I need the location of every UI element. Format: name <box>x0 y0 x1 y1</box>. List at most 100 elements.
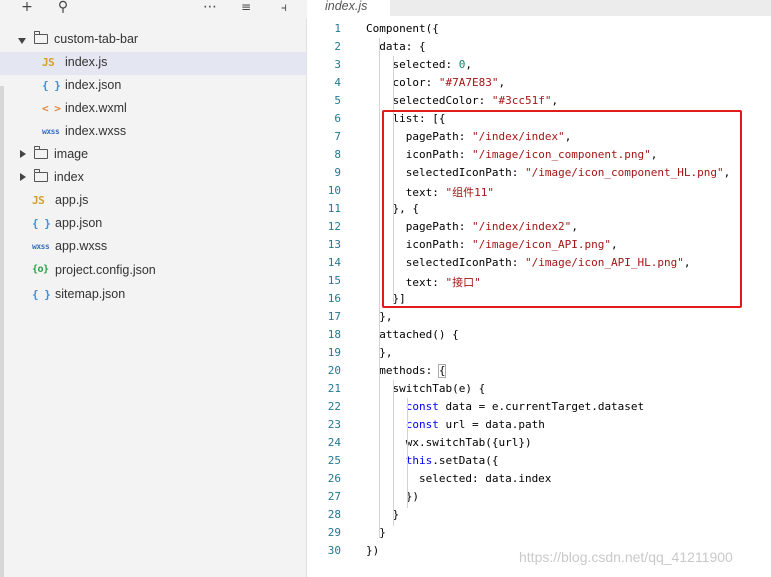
tree-item[interactable]: {o} project.config.json <box>0 260 306 283</box>
more-icon[interactable]: ⋯ <box>202 0 218 15</box>
tree-item-label: app.json <box>55 216 103 230</box>
tree-item[interactable]: JS index.js <box>0 52 306 75</box>
code-text: data: { <box>366 40 426 53</box>
tree-item[interactable]: { } sitemap.json <box>0 284 306 307</box>
line-number: 8 <box>334 148 341 161</box>
tree-item[interactable]: wxss app.wxss <box>0 236 306 259</box>
code-text: methods: { <box>366 364 446 377</box>
line-number: 12 <box>327 220 341 233</box>
tree-item-label: app.js <box>55 193 89 207</box>
line-number: 4 <box>334 76 341 89</box>
folder-icon <box>33 169 48 182</box>
line-number: 14 <box>327 256 341 269</box>
line-number: 23 <box>327 418 341 431</box>
indent-guide <box>379 38 380 538</box>
line-number: 21 <box>327 382 341 395</box>
code-text: this.setData({ <box>405 454 499 467</box>
line-number: 20 <box>327 364 341 377</box>
line-number: 10 <box>327 184 341 197</box>
code-text: switchTab(e) { <box>366 382 486 395</box>
code-text: selected: 0, <box>366 58 472 71</box>
chevron-right-icon[interactable] <box>20 150 26 158</box>
json-file-icon: { } <box>32 288 51 301</box>
collapse-all-icon[interactable]: ≡ <box>239 0 253 14</box>
tree-item[interactable]: wxss index.wxss <box>0 121 306 144</box>
watermark: https://blog.csdn.net/qq_41211900 <box>519 549 733 565</box>
add-icon[interactable]: + <box>20 0 34 15</box>
tree-item[interactable]: { } app.json <box>0 213 306 236</box>
code-line: 21 switchTab(e) { <box>307 380 771 398</box>
code-text: } <box>366 526 386 539</box>
line-number: 29 <box>327 526 341 539</box>
code-line: 28 } <box>307 506 771 524</box>
folder-icon <box>33 31 48 44</box>
line-number: 11 <box>327 202 341 215</box>
line-number: 28 <box>327 508 341 521</box>
chevron-right-icon[interactable] <box>20 173 26 181</box>
line-number: 26 <box>327 472 341 485</box>
line-number: 30 <box>327 544 341 557</box>
code-line: 22 const data = e.currentTarget.dataset <box>307 398 771 416</box>
bracket-match-marker <box>438 364 446 378</box>
line-number: 6 <box>334 112 341 125</box>
code-line: 24 wx.switchTab({url}) <box>307 434 771 452</box>
code-line: 17 }, <box>307 308 771 326</box>
code-line: 27 }) <box>307 488 771 506</box>
tree-item[interactable]: { } index.json <box>0 75 306 98</box>
js-file-icon: JS <box>32 194 45 207</box>
js-file-icon: JS <box>42 56 55 69</box>
line-number: 16 <box>327 292 341 305</box>
code-line: 25 this.setData({ <box>307 452 771 470</box>
line-number: 24 <box>327 436 341 449</box>
line-number: 25 <box>327 454 341 467</box>
cfg-file-icon: {o} <box>32 264 49 275</box>
tree-item[interactable]: < > index.wxml <box>0 98 306 121</box>
tree-item-label: project.config.json <box>55 263 156 277</box>
explorer-toolbar: + ⚲ ⋯ ≡ ⫞ <box>0 0 307 18</box>
tree-item-label: index.json <box>65 78 122 92</box>
code-line: 4 color: "#7A7E83", <box>307 74 771 92</box>
line-number: 18 <box>327 328 341 341</box>
tree-item[interactable]: index <box>0 167 306 190</box>
line-number: 3 <box>334 58 341 71</box>
tree-item-label: index.wxss <box>65 124 127 138</box>
line-number: 7 <box>334 130 341 143</box>
code-text: } <box>366 508 400 521</box>
code-line: 29 } <box>307 524 771 542</box>
tree-item[interactable]: image <box>0 144 306 167</box>
tree-item-label: app.wxss <box>55 239 108 253</box>
line-number: 5 <box>334 94 341 107</box>
split-icon[interactable]: ⫞ <box>276 0 292 14</box>
tree-item-label: sitemap.json <box>55 287 126 301</box>
folder-icon <box>33 146 48 159</box>
tree-item-label: custom-tab-bar <box>54 32 139 46</box>
wxss-file-icon: wxss <box>32 242 50 251</box>
wxss-file-icon: wxss <box>42 127 60 136</box>
code-line: 18 attached() { <box>307 326 771 344</box>
code-text: selectedColor: "#3cc51f", <box>366 94 559 107</box>
tab-index-js[interactable]: index.js <box>307 0 390 16</box>
line-number: 1 <box>334 22 341 35</box>
tree-item-label: image <box>54 147 89 161</box>
code-line: 26 selected: data.index <box>307 470 771 488</box>
tree-item-label: index <box>54 170 84 184</box>
highlight-box <box>382 110 742 308</box>
tree-item[interactable]: custom-tab-bar <box>0 29 306 52</box>
line-number: 9 <box>334 166 341 179</box>
line-number: 2 <box>334 40 341 53</box>
tab-label: index.js <box>325 0 368 13</box>
line-number: 19 <box>327 346 341 359</box>
tree-item[interactable]: JS app.js <box>0 190 306 213</box>
search-icon[interactable]: ⚲ <box>56 0 70 15</box>
code-line: 19 }, <box>307 344 771 362</box>
json-file-icon: { } <box>32 217 51 230</box>
code-text: }) <box>366 544 380 557</box>
json-file-icon: { } <box>42 79 61 92</box>
chevron-down-icon[interactable] <box>18 38 26 44</box>
indent-guide <box>407 398 408 508</box>
indent-guide <box>393 380 394 526</box>
tree-item-label: index.wxml <box>65 101 127 115</box>
code-line: 1 Component({ <box>307 20 771 38</box>
wxml-file-icon: < > <box>42 102 61 115</box>
code-text: Component({ <box>366 22 439 35</box>
